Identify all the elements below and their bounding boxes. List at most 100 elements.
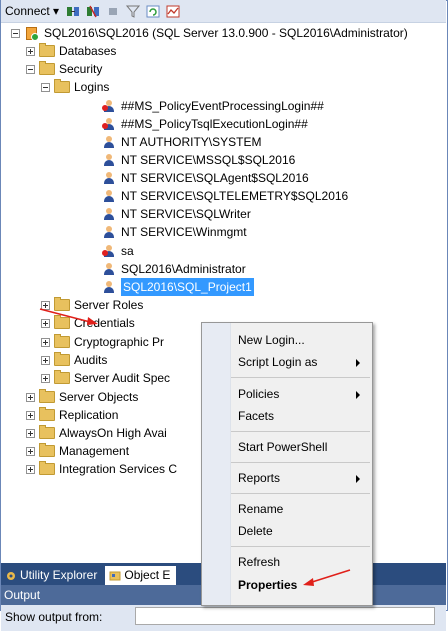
menu-item-label: Delete xyxy=(238,524,273,538)
login-item[interactable]: sa xyxy=(102,242,134,260)
submenu-arrow-icon xyxy=(356,359,360,367)
login-icon xyxy=(102,280,116,294)
expand-icon[interactable] xyxy=(26,392,35,402)
login-item[interactable]: ##MS_PolicyTsqlExecutionLogin## xyxy=(102,115,308,133)
submenu-arrow-icon xyxy=(356,391,360,399)
collapse-icon[interactable] xyxy=(26,64,35,74)
menu-item-delete[interactable]: Delete xyxy=(231,520,370,542)
folder-icon xyxy=(39,61,55,75)
login-label: NT SERVICE\Winmgmt xyxy=(121,225,247,239)
expand-icon[interactable] xyxy=(41,355,50,365)
menu-item-policies[interactable]: Policies xyxy=(231,383,370,405)
folder-icon xyxy=(54,352,70,366)
login-item[interactable]: NT SERVICE\SQLAgent$SQL2016 xyxy=(102,169,309,187)
expand-icon[interactable] xyxy=(41,373,50,383)
menu-item-label: Script Login as xyxy=(238,355,318,369)
login-label: NT SERVICE\SQLTELEMETRY$SQL2016 xyxy=(121,189,349,203)
login-label: ##MS_PolicyTsqlExecutionLogin## xyxy=(121,117,308,131)
tree-node-server-audit-spec[interactable]: Server Audit Spec xyxy=(41,369,170,387)
object-explorer-icon xyxy=(109,571,121,580)
menu-item-start-powershell[interactable]: Start PowerShell xyxy=(231,436,370,458)
tree-node-audits[interactable]: Audits xyxy=(41,351,107,369)
node-label: AlwaysOn High Avai xyxy=(59,426,167,440)
tree-node-management[interactable]: Management xyxy=(26,442,129,460)
utility-explorer-icon xyxy=(7,571,15,580)
expand-icon[interactable] xyxy=(26,428,35,438)
menu-item-label: Start PowerShell xyxy=(238,440,328,454)
tab-object-explorer[interactable]: Object E xyxy=(105,566,177,585)
menu-item-facets[interactable]: Facets xyxy=(231,405,370,427)
stop-icon[interactable] xyxy=(106,5,120,18)
node-label: Management xyxy=(59,444,130,458)
menu-separator xyxy=(231,462,370,463)
login-item[interactable]: ##MS_PolicyEventProcessingLogin## xyxy=(102,97,324,115)
tab-utility-explorer[interactable]: Utility Explorer xyxy=(1,566,103,585)
expand-icon[interactable] xyxy=(26,446,35,456)
menu-item-rename[interactable]: Rename xyxy=(231,498,370,520)
login-icon xyxy=(102,207,116,221)
tree-node-integration-services[interactable]: Integration Services C xyxy=(26,460,177,478)
login-item[interactable]: SQL2016\Administrator xyxy=(102,260,246,278)
expand-icon[interactable] xyxy=(26,464,35,474)
activity-monitor-icon[interactable] xyxy=(166,5,180,18)
refresh-icon[interactable] xyxy=(146,5,160,18)
output-toolbar: Show output from: xyxy=(1,605,446,631)
menu-item-reports[interactable]: Reports xyxy=(231,467,370,489)
menu-icon-gutter xyxy=(202,323,231,605)
tab-label: Utility Explorer xyxy=(20,568,98,582)
tree-node-security[interactable]: Security xyxy=(26,60,102,78)
collapse-icon[interactable] xyxy=(11,28,20,38)
login-icon xyxy=(102,225,116,239)
folder-icon xyxy=(39,443,55,457)
connect-label: Connect ▾ xyxy=(5,4,60,18)
connect-button[interactable]: Connect ▾ xyxy=(1,1,63,21)
folder-icon xyxy=(39,43,55,57)
node-label: Integration Services C xyxy=(59,462,178,476)
login-item[interactable]: NT SERVICE\MSSQL$SQL2016 xyxy=(102,151,295,169)
login-item[interactable]: NT AUTHORITY\SYSTEM xyxy=(102,133,261,151)
disconnect-icon[interactable] xyxy=(86,5,100,18)
disabled-login-icon xyxy=(102,99,116,113)
login-label: NT SERVICE\SQLAgent$SQL2016 xyxy=(121,171,309,185)
menu-item-label: Policies xyxy=(238,387,280,401)
output-source-select[interactable] xyxy=(135,607,435,625)
tree-node-server[interactable]: SQL2016\SQL2016 (SQL Server 13.0.900 - S… xyxy=(11,24,408,42)
tree-node-replication[interactable]: Replication xyxy=(26,406,118,424)
login-item[interactable]: NT SERVICE\SQLWriter xyxy=(102,205,251,223)
server-icon xyxy=(24,26,40,41)
folder-icon xyxy=(39,389,55,403)
expand-icon[interactable] xyxy=(41,337,50,347)
tree-node-cryptographic[interactable]: Cryptographic Pr xyxy=(41,333,164,351)
tree-node-logins[interactable]: Logins xyxy=(41,78,109,96)
tree-node-alwayson[interactable]: AlwaysOn High Avai xyxy=(26,424,167,442)
submenu-arrow-icon xyxy=(356,475,360,483)
menu-separator xyxy=(231,377,370,378)
filter-icon[interactable] xyxy=(126,5,141,18)
node-label: Server Audit Spec xyxy=(74,371,171,385)
menu-item-label: Properties xyxy=(238,578,298,592)
menu-item-new-login[interactable]: New Login... xyxy=(231,329,370,351)
server-label: SQL2016\SQL2016 (SQL Server 13.0.900 - S… xyxy=(44,26,408,40)
login-label: ##MS_PolicyEventProcessingLogin## xyxy=(121,99,324,113)
login-label: SQL2016\SQL_Project1 xyxy=(121,278,254,296)
login-icon xyxy=(102,262,116,276)
show-output-from-label: Show output from: xyxy=(5,610,103,624)
login-item[interactable]: NT SERVICE\SQLTELEMETRY$SQL2016 xyxy=(102,187,348,205)
collapse-icon[interactable] xyxy=(41,82,50,92)
connect-object-explorer-icon[interactable] xyxy=(66,5,80,18)
menu-separator xyxy=(231,546,370,547)
folder-icon xyxy=(54,79,70,93)
login-item-selected[interactable]: SQL2016\SQL_Project1 xyxy=(102,278,254,296)
login-label: SQL2016\Administrator xyxy=(121,262,246,276)
login-icon xyxy=(102,189,116,203)
login-item[interactable]: NT SERVICE\Winmgmt xyxy=(102,223,247,241)
login-icon xyxy=(102,171,116,185)
tree-node-databases[interactable]: Databases xyxy=(26,42,116,60)
menu-item-label: Refresh xyxy=(238,555,281,569)
expand-icon[interactable] xyxy=(26,410,35,420)
tab-label: Object E xyxy=(124,568,171,582)
node-label: Databases xyxy=(59,44,117,58)
tree-node-server-objects[interactable]: Server Objects xyxy=(26,388,138,406)
expand-icon[interactable] xyxy=(26,46,35,56)
menu-item-script-login-as[interactable]: Script Login as xyxy=(231,351,370,373)
